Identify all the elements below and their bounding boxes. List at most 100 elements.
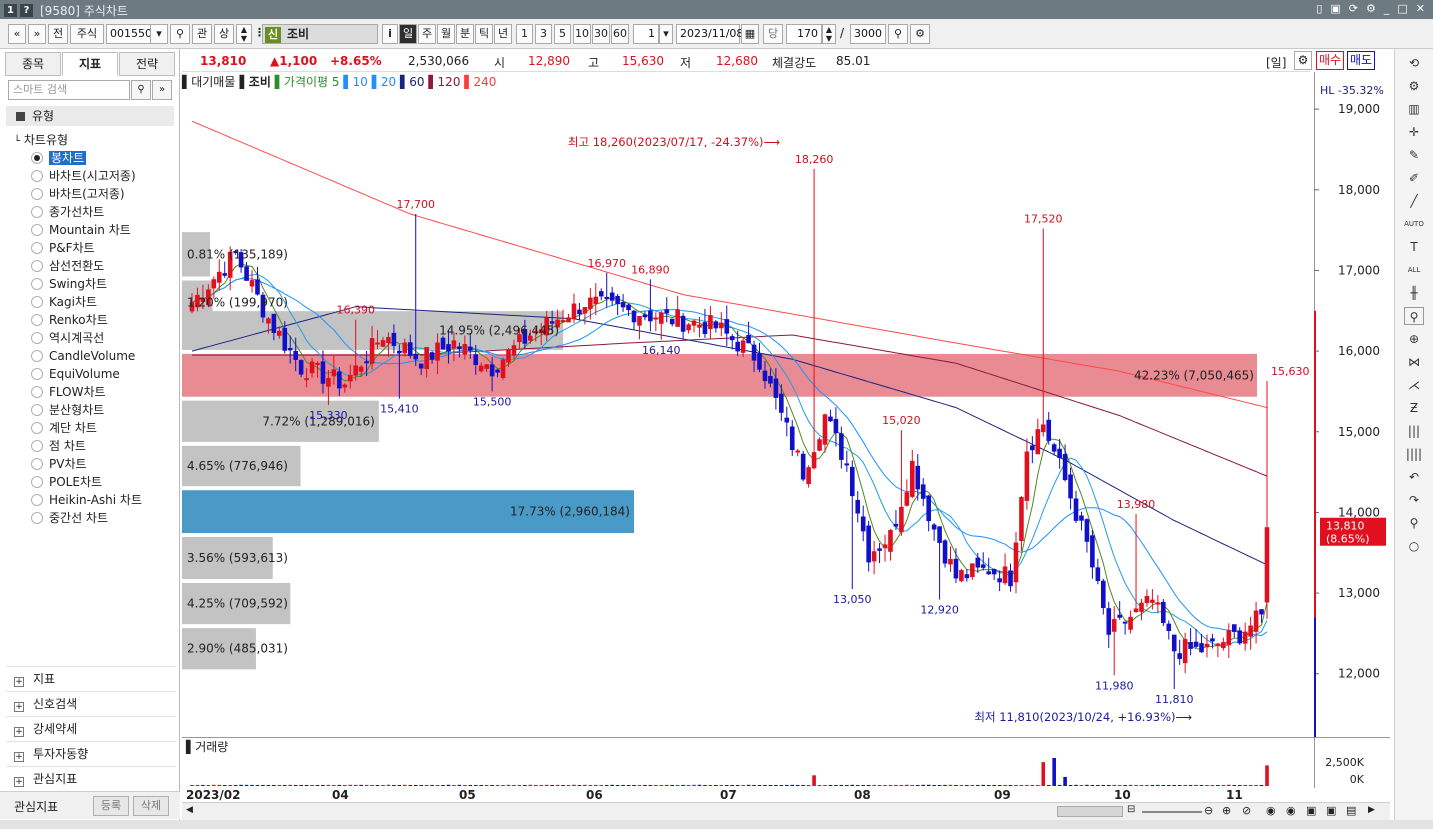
scroll-thumb[interactable] [1057, 806, 1123, 817]
scroll-right-icon[interactable]: ▶ [1368, 805, 1375, 815]
left-section-item[interactable]: + 신호검색 [6, 691, 176, 716]
chart-settings-icon[interactable]: ⚙ [910, 24, 930, 44]
chart-type-item[interactable]: EquiVolume [14, 365, 142, 383]
radio-icon[interactable] [31, 404, 43, 416]
price-chart[interactable]: 0.81% (135,189) 1.20% (199,970) 14.95% (2,… [182, 91, 1312, 736]
indicator-legend-item[interactable]: 5 [328, 75, 340, 89]
fit-icon[interactable]: ⊘ [1242, 804, 1251, 817]
display-count-input[interactable]: 170 [786, 24, 822, 44]
expand-plus-icon[interactable]: + [14, 752, 24, 762]
tab-stock[interactable]: 종목 [5, 52, 61, 76]
menu-dots-icon[interactable]: ⋮ [254, 24, 265, 44]
chart-type-item[interactable]: CandleVolume [14, 347, 142, 365]
period-minute-button[interactable]: 분 [456, 24, 474, 44]
undo-icon[interactable]: ↶ [1404, 468, 1424, 486]
gwan-button[interactable]: 관 [192, 24, 212, 44]
trendline-icon[interactable]: ╱ [1404, 192, 1424, 210]
chart-type-item[interactable]: 삼선전환도 [14, 257, 142, 275]
expand-plus-icon[interactable]: + [14, 677, 24, 687]
period-i-button[interactable]: i [382, 24, 398, 44]
chart-option-icon-3[interactable]: ▣ [1306, 804, 1316, 817]
chart-type-item[interactable]: 봉차트 [14, 149, 142, 167]
search-icon[interactable]: ⚲ [170, 24, 190, 44]
interval-30-button[interactable]: 30 [592, 24, 610, 44]
zigzag-icon[interactable]: Ƶ [1404, 399, 1424, 417]
zoom-plus-icon[interactable]: ⊕ [1404, 330, 1424, 348]
radio-icon[interactable] [31, 224, 43, 236]
minimize-icon[interactable]: _ [1384, 2, 1390, 15]
chart-scrollbar[interactable]: ◀ ⊟ ⊖ ⊕ ⊘ ◉ ◉ ▣ ▣ ▤ ▶ [182, 802, 1390, 820]
search-icon[interactable]: ⚲ [131, 80, 151, 100]
chart-type-item[interactable]: PV차트 [14, 455, 142, 473]
crosshair-icon[interactable]: ✛ [1404, 123, 1424, 141]
display-count-spinner-icon[interactable]: ▲ ▼ [822, 24, 836, 44]
radio-icon[interactable] [31, 260, 43, 272]
indicator-legend-item[interactable]: ▌조비 [235, 75, 271, 89]
scroll-left-icon[interactable]: ◀ [186, 805, 193, 815]
period-year-button[interactable]: 년 [494, 24, 512, 44]
all-tool-icon[interactable]: ALL [1404, 261, 1424, 279]
left-section-item[interactable]: + 투자자동향 [6, 741, 176, 766]
indicator-legend-item[interactable]: ▌가격이평 [271, 75, 328, 89]
vertical-lines-icon[interactable]: ||| [1404, 422, 1424, 440]
period-month-button[interactable]: 월 [437, 24, 455, 44]
chart-type-item[interactable]: Swing차트 [14, 275, 142, 293]
chart-type-item[interactable]: FLOW차트 [14, 383, 142, 401]
chart-option-icon-1[interactable]: ◉ [1266, 804, 1276, 817]
next-stock-button[interactable]: » [28, 24, 46, 44]
left-section-item[interactable]: + 지표 [6, 666, 176, 691]
close-icon[interactable]: ✕ [1416, 2, 1425, 15]
grid-lines-icon[interactable]: |||| [1404, 445, 1424, 463]
tab-strategy[interactable]: 전략 [119, 52, 175, 76]
radio-icon[interactable] [31, 368, 43, 380]
chart-type-item[interactable]: POLE차트 [14, 473, 142, 491]
period-week-button[interactable]: 주 [418, 24, 436, 44]
expand-plus-icon[interactable]: + [14, 777, 24, 787]
indicator-legend-item[interactable]: ▌240 [460, 75, 496, 89]
indicator-legend-item[interactable]: ▌60 [396, 75, 425, 89]
indicator-icon[interactable]: ▥ [1404, 100, 1424, 118]
radio-icon[interactable] [31, 296, 43, 308]
chart-type-item[interactable]: 분산형차트 [14, 401, 142, 419]
expand-plus-icon[interactable]: + [14, 702, 24, 712]
radio-icon[interactable] [31, 242, 43, 254]
sang-button[interactable]: 상 [214, 24, 234, 44]
radio-icon[interactable] [31, 314, 43, 326]
volume-chart[interactable]: ▌거래량 2,500K 0K [182, 737, 1390, 787]
radio-icon[interactable] [31, 350, 43, 362]
chart-option-icon-4[interactable]: ▣ [1326, 804, 1336, 817]
text-tool-icon[interactable]: T [1404, 238, 1424, 256]
pen-icon[interactable]: ✎ [1404, 146, 1424, 164]
indicator-legend-item[interactable]: ▌대기매물 [182, 75, 235, 89]
radio-icon[interactable] [31, 170, 43, 182]
radio-icon[interactable] [31, 458, 43, 470]
buy-button[interactable]: 매수 [1316, 51, 1344, 70]
interval-10-button[interactable]: 10 [573, 24, 591, 44]
chart-type-item[interactable]: 계단 차트 [14, 419, 142, 437]
chart-type-item[interactable]: 바차트(시고저종) [14, 167, 142, 185]
gear-icon[interactable]: ⚙ [1404, 77, 1424, 95]
settings-icon[interactable]: ⚙ [1366, 2, 1376, 15]
radio-icon[interactable] [31, 278, 43, 290]
chart-type-item[interactable]: 점 차트 [14, 437, 142, 455]
indicator-legend-item[interactable]: ▌10 [340, 75, 368, 89]
indicator-legend-item[interactable]: ▌20 [368, 75, 397, 89]
register-button[interactable]: 등록 [93, 796, 129, 816]
fibo-icon[interactable]: ⋌ [1404, 376, 1424, 394]
zoom-slider[interactable] [1142, 811, 1202, 813]
interval-3-button[interactable]: 3 [535, 24, 552, 44]
chart-type-item[interactable]: 바차트(고저종) [14, 185, 142, 203]
interval-5-button[interactable]: 5 [554, 24, 571, 44]
circle-icon[interactable]: ○ [1404, 537, 1424, 555]
chart-option-icon-5[interactable]: ▤ [1346, 804, 1356, 817]
spinner-icon[interactable]: ▲ ▼ [236, 24, 252, 44]
left-section-item[interactable]: + 관심지표 [6, 766, 176, 791]
period-day-button[interactable]: 일 [399, 24, 417, 44]
radio-icon[interactable] [31, 512, 43, 524]
quote-settings-icon[interactable]: ⚙ [1294, 51, 1312, 70]
zoom-slider-icon[interactable]: ⊟ [1127, 804, 1135, 815]
candle-icon[interactable]: ╫ [1404, 284, 1424, 302]
radio-icon[interactable] [31, 386, 43, 398]
code-dropdown-icon[interactable]: ▾ [150, 24, 168, 44]
market-select[interactable]: 주식 [70, 24, 104, 44]
